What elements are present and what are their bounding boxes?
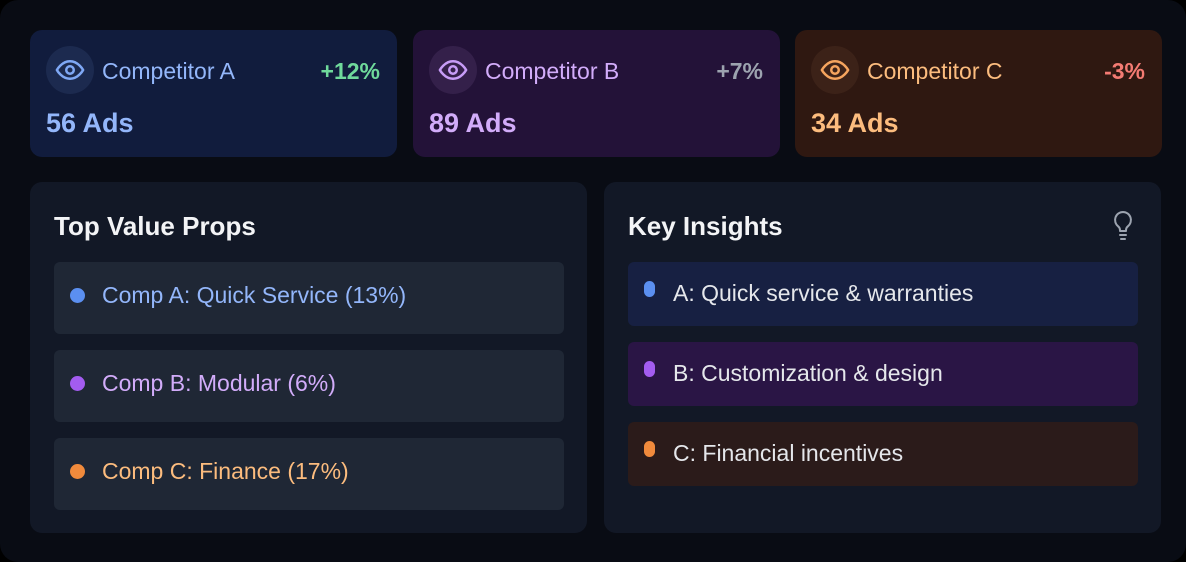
value-prop-item[interactable]: Comp A: Quick Service (13%) bbox=[54, 262, 564, 334]
value-prop-text: Comp B: Modular (6%) bbox=[102, 370, 336, 396]
eye-icon bbox=[811, 46, 859, 94]
bullet-dot bbox=[644, 441, 655, 457]
dashboard: Competitor A +12% 56 Ads Competitor B +7… bbox=[0, 0, 1186, 562]
bullet-dot bbox=[644, 281, 655, 297]
panel-title: Key Insights bbox=[628, 211, 783, 241]
competitor-card-c[interactable]: Competitor C -3% 34 Ads bbox=[795, 30, 1162, 157]
competitor-card-b[interactable]: Competitor B +7% 89 Ads bbox=[413, 30, 780, 157]
insight-item[interactable]: A: Quick service & warranties bbox=[628, 262, 1138, 326]
key-insights-panel: Key Insights A: Quick service & warranti… bbox=[604, 182, 1161, 533]
ad-count: 89 Ads bbox=[429, 108, 517, 138]
bullet-dot bbox=[70, 376, 85, 391]
ad-count: 56 Ads bbox=[46, 108, 134, 138]
value-prop-item[interactable]: Comp C: Finance (17%) bbox=[54, 438, 564, 510]
competitor-card-a[interactable]: Competitor A +12% 56 Ads bbox=[30, 30, 397, 157]
bullet-dot bbox=[644, 361, 655, 377]
insight-item[interactable]: C: Financial incentives bbox=[628, 422, 1138, 486]
change-badge: +7% bbox=[716, 58, 763, 84]
insight-text: C: Financial incentives bbox=[673, 440, 904, 466]
insight-text: B: Customization & design bbox=[673, 360, 943, 386]
value-prop-text: Comp C: Finance (17%) bbox=[102, 458, 349, 484]
eye-icon bbox=[429, 46, 477, 94]
value-prop-item[interactable]: Comp B: Modular (6%) bbox=[54, 350, 564, 422]
eye-icon bbox=[46, 46, 94, 94]
lightbulb-icon[interactable] bbox=[1111, 210, 1135, 242]
value-prop-text: Comp A: Quick Service (13%) bbox=[102, 282, 407, 308]
bullet-dot bbox=[70, 464, 85, 479]
competitor-name: Competitor A bbox=[102, 58, 235, 84]
competitor-name: Competitor B bbox=[485, 58, 620, 84]
insight-item[interactable]: B: Customization & design bbox=[628, 342, 1138, 406]
insight-text: A: Quick service & warranties bbox=[673, 280, 974, 306]
change-badge: +12% bbox=[320, 58, 380, 84]
panel-title: Top Value Props bbox=[54, 211, 256, 241]
competitor-name: Competitor C bbox=[867, 58, 1003, 84]
ad-count: 34 Ads bbox=[811, 108, 899, 138]
change-badge: -3% bbox=[1104, 58, 1145, 84]
value-props-panel: Top Value Props Comp A: Quick Service (1… bbox=[30, 182, 587, 533]
bullet-dot bbox=[70, 288, 85, 303]
